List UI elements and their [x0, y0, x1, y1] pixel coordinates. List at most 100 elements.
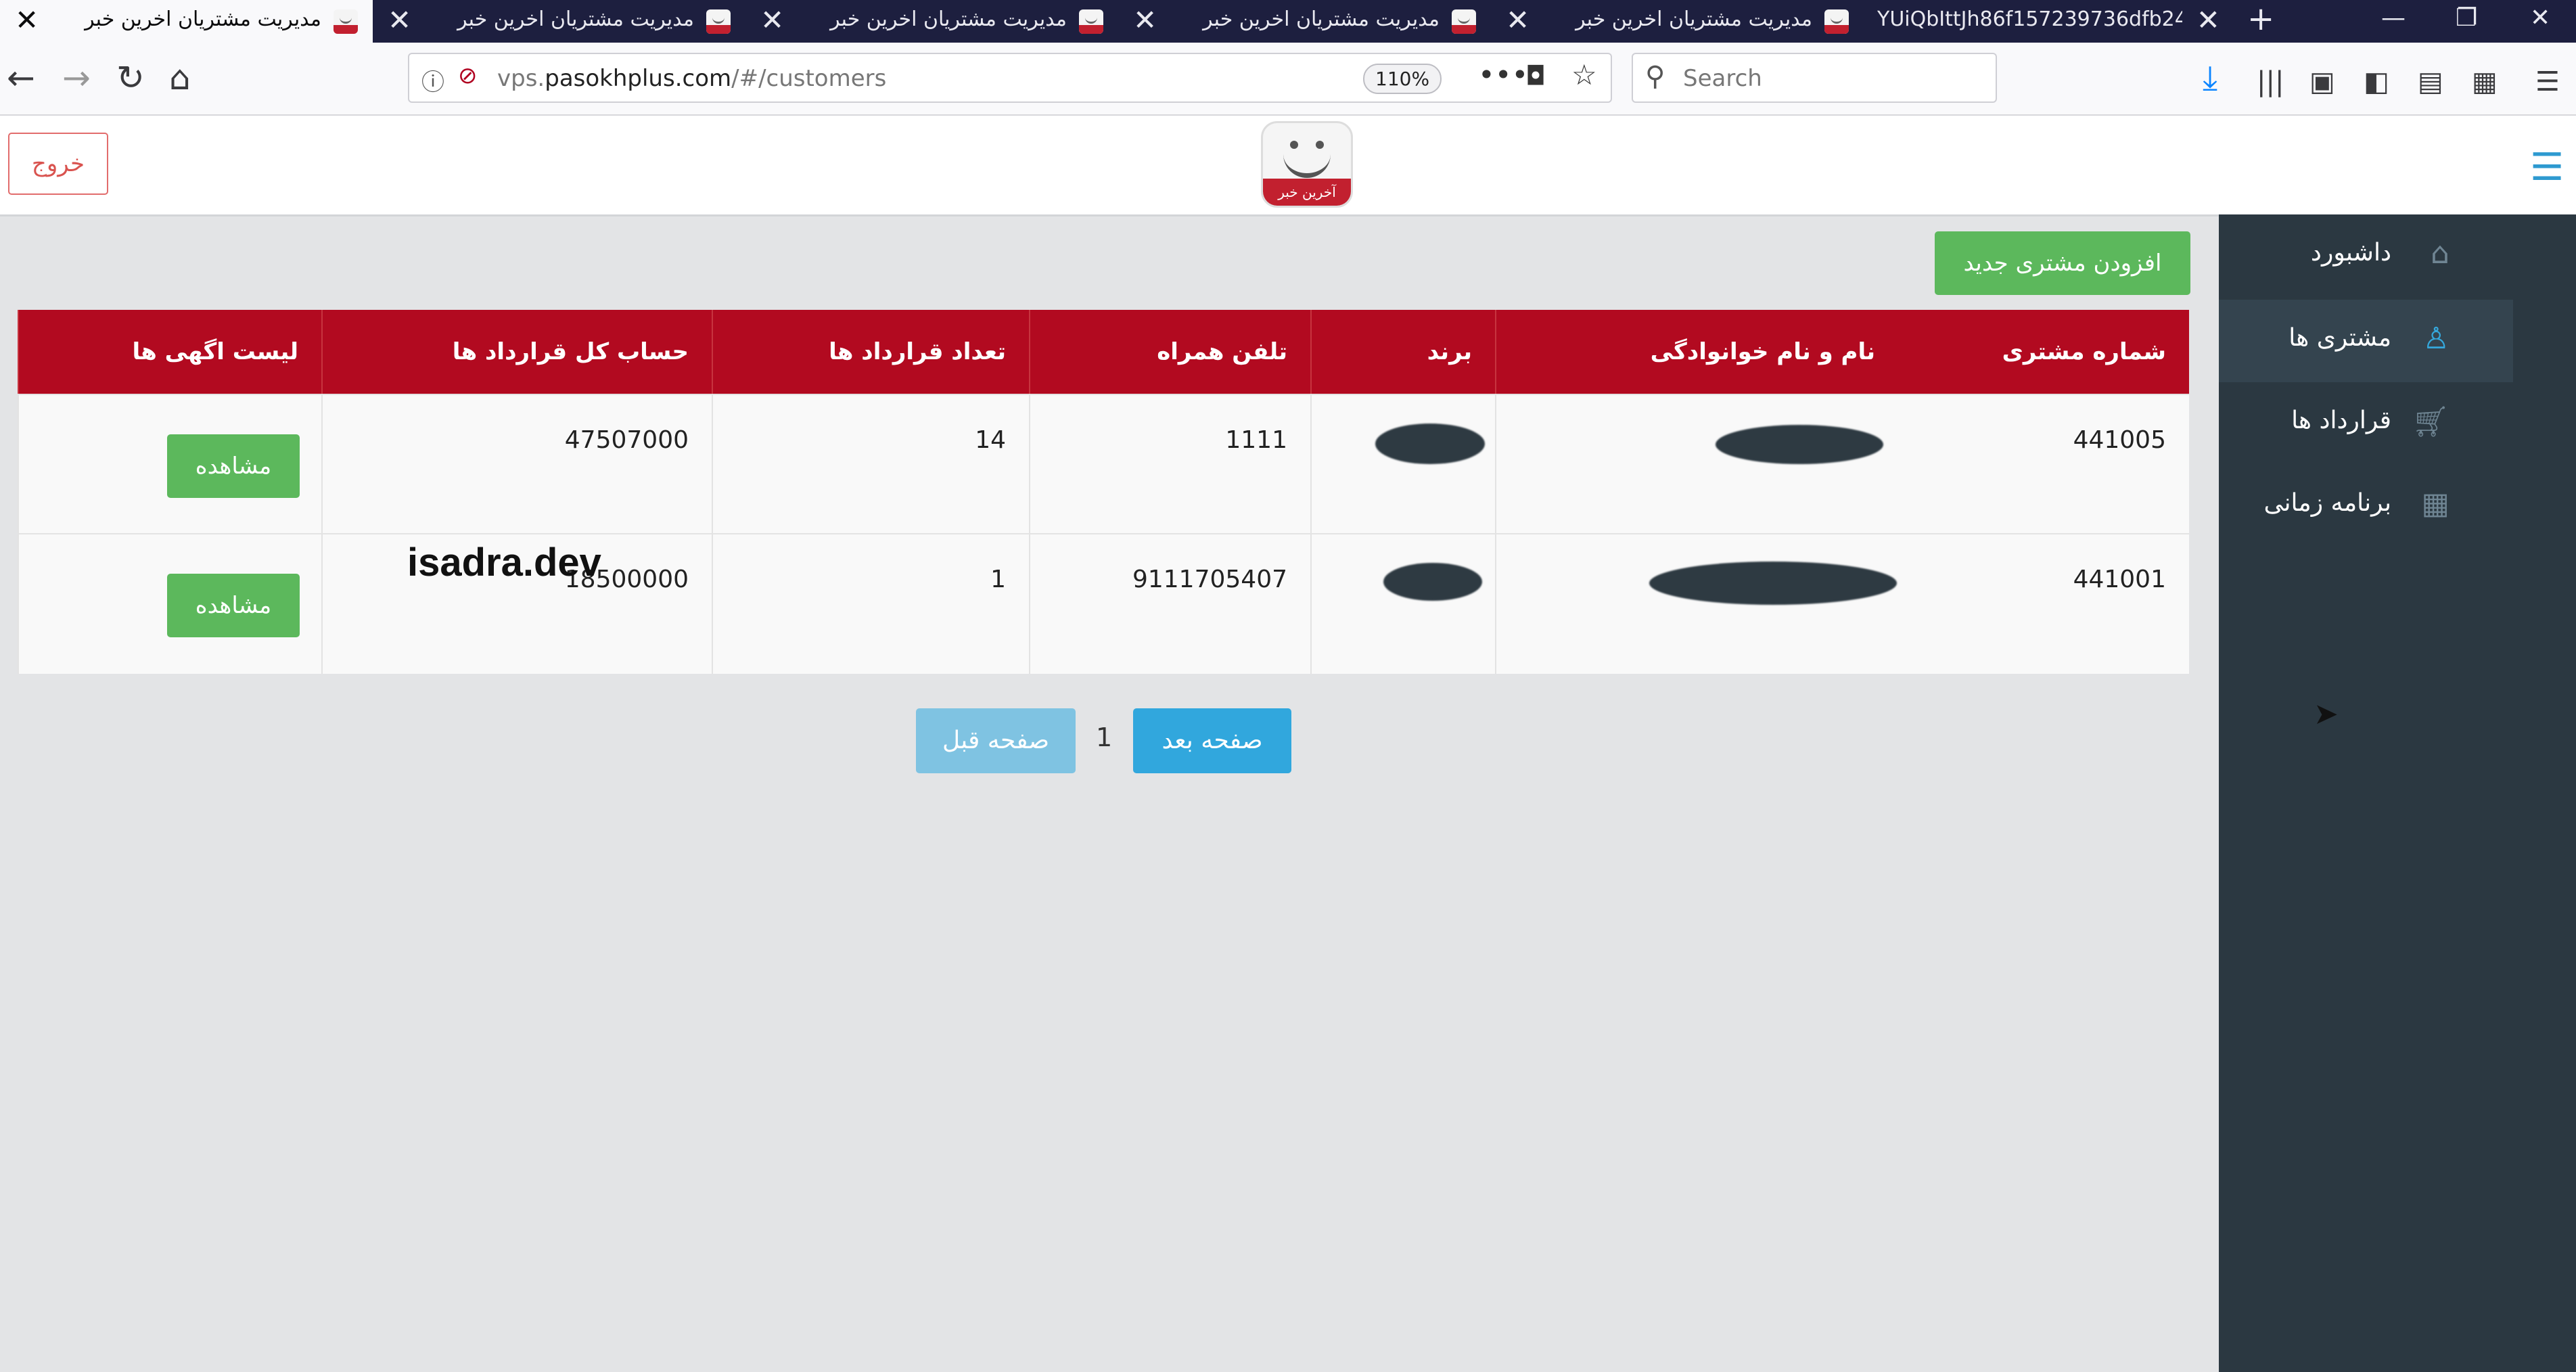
close-icon[interactable]: ✕: [388, 4, 411, 37]
logo-text: آخرین خبر: [1263, 179, 1351, 206]
calendar-icon: ▦: [2421, 486, 2450, 521]
url-bar[interactable]: ⓘ ⊘ vps.pasokhplus.com/#/customers 110% …: [408, 53, 1612, 103]
table-row[interactable]: 441001 9111705407 1 18500000 مشاهده: [18, 533, 2189, 674]
url-text[interactable]: vps.pasokhplus.com/#/customers: [497, 65, 886, 92]
phone-cell: 1111: [1029, 395, 1310, 534]
sidebar-item-schedule[interactable]: برنامه زمانی ▦: [2219, 465, 2513, 547]
full-name-cell: [1495, 395, 1898, 534]
favicon-icon: [1079, 9, 1103, 34]
insecure-lock-icon[interactable]: ⊘: [458, 62, 478, 89]
sidebar-item-label: داشبورد: [2310, 239, 2391, 267]
brand-cell: [1310, 395, 1495, 534]
reload-icon[interactable]: ↻: [116, 58, 145, 98]
redacted-brand: [1375, 424, 1485, 464]
customer-number-cell: 441005: [2073, 426, 2166, 454]
forward-icon[interactable]: →: [62, 58, 91, 98]
column-header-contract-count: تعداد قرارداد ها: [712, 310, 1029, 394]
mouse-cursor-icon: ➤: [2314, 697, 2339, 731]
contract-count-cell: 14: [712, 395, 1029, 534]
cart-icon: 🛒︎: [2412, 405, 2450, 439]
zoom-badge[interactable]: 110%: [1363, 64, 1442, 94]
menu-icon[interactable]: ☰: [2535, 62, 2560, 102]
customer-number-cell: 441001: [2073, 566, 2166, 593]
redacted-name: [1716, 425, 1883, 464]
contract-count-cell: 1: [712, 534, 1029, 674]
close-icon[interactable]: ✕: [1133, 4, 1157, 37]
sidebar-item-label: قرارداد ها: [2291, 407, 2391, 434]
watermark-text: isadra.dev: [407, 541, 601, 585]
minimize-icon[interactable]: —: [2381, 4, 2406, 32]
close-icon[interactable]: ✕: [2196, 4, 2220, 37]
url-domain: pasokhplus.com: [545, 65, 732, 92]
home-icon: ⌂: [2431, 236, 2450, 271]
table-row[interactable]: 441005 1111 14 47507000 مشاهده: [18, 394, 2189, 534]
column-header-ads-list: لیست اگهی ها: [18, 310, 321, 394]
home-icon[interactable]: ⌂: [169, 58, 191, 98]
back-icon[interactable]: ←: [7, 58, 35, 98]
close-icon[interactable]: ✕: [1506, 4, 1530, 37]
browser-tab[interactable]: مدیریت مشتریان اخرین خبر ✕: [373, 0, 745, 43]
tab-title: مدیریت مشتریان اخرین خبر: [1203, 7, 1440, 31]
view-ads-button[interactable]: مشاهده: [167, 434, 300, 498]
tab-title: مدیریت مشتریان اخرین خبر: [457, 7, 694, 31]
info-icon[interactable]: ⓘ: [421, 64, 444, 97]
redacted-name: [1649, 562, 1897, 605]
hamburger-menu-icon[interactable]: ☰: [2530, 145, 2564, 189]
favicon-icon: [334, 9, 358, 34]
pocket-icon[interactable]: ◘: [1525, 61, 1546, 91]
search-bar[interactable]: ⚲: [1632, 53, 1997, 103]
star-icon[interactable]: ☆: [1571, 58, 1597, 91]
sidebar: داشبورد ⌂ مشتری ها ♙ قرارداد ها 🛒︎ برنام…: [2219, 214, 2576, 1372]
sidebar-item-contracts[interactable]: قرارداد ها 🛒︎: [2219, 382, 2513, 465]
close-icon[interactable]: ✕: [760, 4, 784, 37]
url-subdomain: vps.: [497, 65, 545, 92]
browser-tab[interactable]: مدیریت مشتریان اخرین خبر ✕: [1118, 0, 1491, 43]
browser-tab[interactable]: YUiQbIttJh86f157239736dfb24870 ✕: [1864, 0, 2236, 43]
page-number: 1: [1096, 723, 1113, 752]
actions-cell: مشاهده: [18, 534, 321, 674]
app-header: خروج آخرین خبر ☰: [0, 116, 2576, 216]
browser-tab[interactable]: مدیریت مشتریان اخرین خبر ✕: [0, 0, 373, 43]
restore-icon[interactable]: ❐: [2456, 4, 2477, 32]
screenshot-icon[interactable]: ▤: [2418, 62, 2443, 102]
column-header-brand: برند: [1310, 310, 1495, 394]
close-icon[interactable]: ✕: [15, 4, 39, 37]
favicon-icon: [706, 9, 731, 34]
brand-logo[interactable]: آخرین خبر: [1261, 121, 1353, 208]
phone-cell: 9111705407: [1029, 534, 1310, 674]
favicon-icon: [1824, 9, 1849, 34]
user-icon: ♙: [2422, 321, 2450, 356]
contract-total-cell: 47507000: [321, 395, 712, 534]
browser-tab-bar: مدیریت مشتریان اخرین خبر ✕ مدیریت مشتریا…: [0, 0, 2576, 43]
download-icon[interactable]: ⤓: [2203, 58, 2217, 98]
sidebar-item-dashboard[interactable]: داشبورد ⌂: [2219, 214, 2513, 297]
column-header-full-name: نام و نام خوانوادگی: [1495, 310, 1898, 394]
extension-icon[interactable]: ▣: [2309, 62, 2335, 102]
brand-cell: [1310, 534, 1495, 674]
add-customer-button[interactable]: افزودن مشتری جدید: [1935, 231, 2190, 295]
actions-cell: مشاهده: [18, 395, 321, 534]
new-tab-icon[interactable]: +: [2247, 0, 2274, 38]
full-name-cell: [1495, 534, 1898, 674]
browser-tab[interactable]: مدیریت مشتریان اخرین خبر ✕: [745, 0, 1118, 43]
sidebar-toggle-icon[interactable]: ◧: [2364, 62, 2389, 102]
redacted-brand: [1383, 563, 1482, 601]
more-icon[interactable]: •••: [1478, 58, 1528, 91]
previous-page-button[interactable]: صفحه قبل: [916, 708, 1076, 773]
sidebar-item-label: برنامه زمانی: [2263, 489, 2391, 517]
logout-button[interactable]: خروج: [8, 133, 108, 195]
browser-tab[interactable]: مدیریت مشتریان اخرین خبر ✕: [1491, 0, 1864, 43]
search-icon: ⚲: [1645, 61, 1665, 92]
search-input[interactable]: [1682, 61, 1982, 96]
next-page-button[interactable]: صفحه بعد: [1133, 708, 1291, 773]
library-icon[interactable]: |||: [2257, 62, 2284, 102]
favicon-icon: [1452, 9, 1476, 34]
tab-title: مدیریت مشتریان اخرین خبر: [1576, 7, 1812, 31]
window-close-icon[interactable]: ✕: [2530, 4, 2550, 32]
browser-nav-bar: ← → ↻ ⌂ ⓘ ⊘ vps.pasokhplus.com/#/custome…: [0, 43, 2576, 116]
view-ads-button[interactable]: مشاهده: [167, 574, 300, 637]
url-path: /#/customers: [731, 65, 887, 92]
sidebar-item-customers[interactable]: مشتری ها ♙: [2219, 300, 2513, 382]
qr-code-icon[interactable]: ▦: [2472, 62, 2498, 102]
tab-title: مدیریت مشتریان اخرین خبر: [830, 7, 1067, 31]
